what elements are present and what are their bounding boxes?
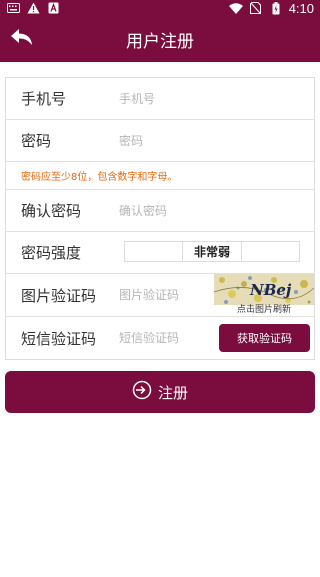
captcha-text: NBej (249, 281, 292, 299)
password-hint: 密码应至少8位，包含数字和字母。 (21, 172, 178, 183)
login-arrow-icon (132, 380, 152, 404)
password-hint-row: 密码应至少8位，包含数字和字母。 (6, 162, 314, 190)
status-left-icons (6, 1, 60, 15)
confirm-password-input[interactable] (119, 198, 239, 223)
captcha-image[interactable]: NBej 点击图片刷新 (214, 274, 314, 316)
status-right-icons: 4:10 (228, 0, 314, 16)
back-arrow-icon (10, 27, 34, 51)
captcha-picture: NBej (214, 274, 314, 306)
strength-level-2: 非常弱 (183, 242, 242, 261)
captcha-row: 图片验证码 图片验证码 NBej 点击图片刷新 (6, 274, 314, 317)
confirm-password-row: 确认密码 (6, 190, 314, 232)
sms-code-input[interactable] (119, 326, 209, 350)
status-time: 4:10 (288, 0, 314, 16)
no-sim-icon (249, 1, 263, 15)
phone-label: 手机号 (21, 90, 67, 108)
sms-code-label: 短信验证码 (21, 329, 97, 348)
back-button[interactable] (8, 25, 36, 53)
app-bar: 用户注册 (0, 16, 320, 62)
register-form: 手机号 密码 密码应至少8位，包含数字和字母。 确认密码 密码强度 非常弱 图片… (5, 77, 315, 360)
status-bar: 4:10 (0, 0, 320, 16)
password-row: 密码 (6, 120, 314, 162)
confirm-password-label: 确认密码 (21, 202, 82, 220)
password-strength-row: 密码强度 非常弱 (6, 232, 314, 274)
page-title: 用户注册 (126, 31, 194, 52)
keyboard-icon (6, 1, 20, 15)
phone-row: 手机号 (6, 78, 314, 120)
battery-charging-icon (269, 1, 283, 15)
warning-icon (26, 1, 40, 15)
get-sms-code-button[interactable]: 获取验证码 (219, 324, 310, 352)
strength-meter: 非常弱 (124, 241, 300, 262)
password-strength-label: 密码强度 (21, 244, 82, 262)
password-input[interactable] (119, 128, 239, 153)
register-button[interactable]: 注册 (5, 371, 315, 413)
register-button-label: 注册 (157, 383, 188, 402)
wifi-icon (228, 1, 243, 15)
password-label: 密码 (21, 132, 52, 150)
captcha-input[interactable] (119, 283, 209, 307)
a-icon (46, 1, 60, 15)
strength-level-1 (125, 242, 184, 261)
sms-code-row: 短信验证码 获取验证码 (6, 317, 314, 359)
captcha-label: 图片验证码 (21, 286, 97, 305)
strength-level-3 (242, 242, 299, 261)
captcha-refresh-caption: 点击图片刷新 (214, 305, 314, 316)
phone-input[interactable] (119, 86, 239, 111)
